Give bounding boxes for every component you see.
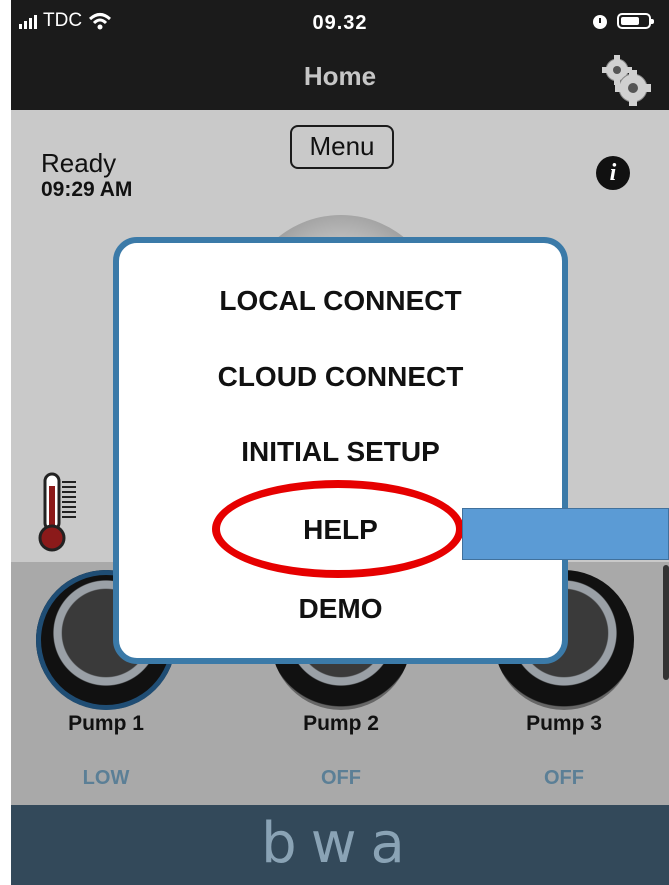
status-right (591, 12, 654, 30)
footer: bwa (11, 805, 669, 885)
menu-button[interactable]: Menu (290, 125, 394, 169)
pump-2-status: OFF (321, 767, 361, 789)
menu-item-local-connect[interactable]: LOCAL CONNECT (119, 285, 562, 317)
menu-item-initial-setup[interactable]: INITIAL SETUP (119, 436, 562, 468)
brand-logo: bwa (261, 811, 419, 876)
info-icon[interactable]: i (596, 156, 630, 190)
battery-icon (617, 13, 654, 29)
settings-gears-icon[interactable] (597, 52, 653, 108)
thermometer-icon (38, 472, 76, 552)
status-time: 09.32 (312, 12, 368, 34)
help-highlight-circle (212, 480, 464, 578)
page-title: Home (303, 61, 377, 91)
scrollbar[interactable] (663, 565, 669, 680)
pump-3-label: Pump 3 (526, 712, 602, 735)
menu-item-demo[interactable]: DEMO (119, 593, 562, 625)
status-time-label: 09:29 AM (41, 178, 133, 201)
menu-item-cloud-connect[interactable]: CLOUD CONNECT (119, 361, 562, 393)
pump-3-status: OFF (544, 767, 584, 789)
menu-popup: LOCAL CONNECT CLOUD CONNECT INITIAL SETU… (113, 237, 568, 664)
pump-2-label: Pump 2 (303, 712, 379, 735)
pump-1-label: Pump 1 (68, 712, 144, 735)
annotation-arrow (462, 508, 669, 560)
pump-1-status: LOW (82, 767, 130, 789)
alarm-icon (593, 15, 607, 29)
status-bar: TDC 09.32 (11, 0, 669, 44)
connection-status: Ready (41, 148, 117, 178)
nav-bar: Home (11, 44, 669, 110)
